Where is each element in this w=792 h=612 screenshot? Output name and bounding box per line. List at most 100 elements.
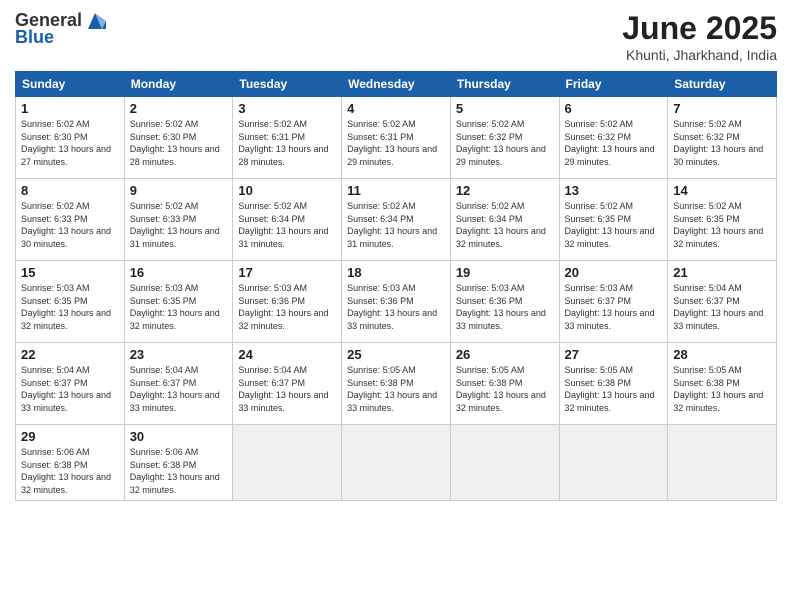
table-row: 12 Sunrise: 5:02 AM Sunset: 6:34 PM Dayl… — [450, 179, 559, 261]
table-row: 17 Sunrise: 5:03 AM Sunset: 6:36 PM Dayl… — [233, 261, 342, 343]
sunset-label: Sunset: 6:36 PM — [238, 296, 305, 306]
sunset-label: Sunset: 6:37 PM — [21, 378, 88, 388]
daylight-label: Daylight: 13 hours and 33 minutes. — [238, 390, 328, 413]
daylight-label: Daylight: 13 hours and 31 minutes. — [130, 226, 220, 249]
title-area: June 2025 Khunti, Jharkhand, India — [622, 10, 777, 63]
table-row: 10 Sunrise: 5:02 AM Sunset: 6:34 PM Dayl… — [233, 179, 342, 261]
day-number: 10 — [238, 183, 336, 198]
sunrise-label: Sunrise: 5:02 AM — [565, 201, 634, 211]
sunset-label: Sunset: 6:35 PM — [130, 296, 197, 306]
day-info: Sunrise: 5:06 AM Sunset: 6:38 PM Dayligh… — [130, 446, 228, 496]
sunset-label: Sunset: 6:33 PM — [21, 214, 88, 224]
day-info: Sunrise: 5:04 AM Sunset: 6:37 PM Dayligh… — [130, 364, 228, 414]
sunset-label: Sunset: 6:34 PM — [238, 214, 305, 224]
sunset-label: Sunset: 6:33 PM — [130, 214, 197, 224]
daylight-label: Daylight: 13 hours and 29 minutes. — [456, 144, 546, 167]
table-row: 16 Sunrise: 5:03 AM Sunset: 6:35 PM Dayl… — [124, 261, 233, 343]
table-row: 3 Sunrise: 5:02 AM Sunset: 6:31 PM Dayli… — [233, 97, 342, 179]
sunset-label: Sunset: 6:38 PM — [21, 460, 88, 470]
daylight-label: Daylight: 13 hours and 32 minutes. — [130, 472, 220, 495]
day-number: 16 — [130, 265, 228, 280]
table-row: 4 Sunrise: 5:02 AM Sunset: 6:31 PM Dayli… — [342, 97, 451, 179]
table-row: 13 Sunrise: 5:02 AM Sunset: 6:35 PM Dayl… — [559, 179, 668, 261]
day-info: Sunrise: 5:02 AM Sunset: 6:30 PM Dayligh… — [130, 118, 228, 168]
sunset-label: Sunset: 6:35 PM — [565, 214, 632, 224]
day-info: Sunrise: 5:05 AM Sunset: 6:38 PM Dayligh… — [565, 364, 663, 414]
sunrise-label: Sunrise: 5:05 AM — [673, 365, 742, 375]
sunset-label: Sunset: 6:37 PM — [673, 296, 740, 306]
sunrise-label: Sunrise: 5:02 AM — [238, 201, 307, 211]
sunrise-label: Sunrise: 5:03 AM — [456, 283, 525, 293]
day-info: Sunrise: 5:04 AM Sunset: 6:37 PM Dayligh… — [21, 364, 119, 414]
calendar-row: 29 Sunrise: 5:06 AM Sunset: 6:38 PM Dayl… — [16, 425, 777, 501]
day-info: Sunrise: 5:03 AM Sunset: 6:36 PM Dayligh… — [238, 282, 336, 332]
sunset-label: Sunset: 6:37 PM — [565, 296, 632, 306]
day-info: Sunrise: 5:02 AM Sunset: 6:31 PM Dayligh… — [238, 118, 336, 168]
day-info: Sunrise: 5:06 AM Sunset: 6:38 PM Dayligh… — [21, 446, 119, 496]
day-number: 26 — [456, 347, 554, 362]
day-info: Sunrise: 5:02 AM Sunset: 6:31 PM Dayligh… — [347, 118, 445, 168]
day-info: Sunrise: 5:02 AM Sunset: 6:34 PM Dayligh… — [456, 200, 554, 250]
col-saturday: Saturday — [668, 72, 777, 97]
daylight-label: Daylight: 13 hours and 31 minutes. — [347, 226, 437, 249]
calendar-header-row: Sunday Monday Tuesday Wednesday Thursday… — [16, 72, 777, 97]
day-number: 24 — [238, 347, 336, 362]
daylight-label: Daylight: 13 hours and 32 minutes. — [21, 308, 111, 331]
sunset-label: Sunset: 6:36 PM — [456, 296, 523, 306]
daylight-label: Daylight: 13 hours and 32 minutes. — [238, 308, 328, 331]
day-info: Sunrise: 5:04 AM Sunset: 6:37 PM Dayligh… — [238, 364, 336, 414]
col-friday: Friday — [559, 72, 668, 97]
day-number: 20 — [565, 265, 663, 280]
daylight-label: Daylight: 13 hours and 32 minutes. — [456, 226, 546, 249]
sunrise-label: Sunrise: 5:06 AM — [130, 447, 199, 457]
col-thursday: Thursday — [450, 72, 559, 97]
sunset-label: Sunset: 6:38 PM — [130, 460, 197, 470]
sunset-label: Sunset: 6:38 PM — [673, 378, 740, 388]
day-number: 14 — [673, 183, 771, 198]
daylight-label: Daylight: 13 hours and 33 minutes. — [456, 308, 546, 331]
sunset-label: Sunset: 6:34 PM — [347, 214, 414, 224]
sunset-label: Sunset: 6:38 PM — [456, 378, 523, 388]
sunset-label: Sunset: 6:35 PM — [673, 214, 740, 224]
day-info: Sunrise: 5:02 AM Sunset: 6:33 PM Dayligh… — [130, 200, 228, 250]
col-monday: Monday — [124, 72, 233, 97]
calendar-row: 1 Sunrise: 5:02 AM Sunset: 6:30 PM Dayli… — [16, 97, 777, 179]
daylight-label: Daylight: 13 hours and 31 minutes. — [238, 226, 328, 249]
sunrise-label: Sunrise: 5:05 AM — [565, 365, 634, 375]
day-number: 9 — [130, 183, 228, 198]
day-number: 3 — [238, 101, 336, 116]
day-number: 7 — [673, 101, 771, 116]
day-info: Sunrise: 5:05 AM Sunset: 6:38 PM Dayligh… — [347, 364, 445, 414]
sunrise-label: Sunrise: 5:04 AM — [21, 365, 90, 375]
day-number: 17 — [238, 265, 336, 280]
daylight-label: Daylight: 13 hours and 33 minutes. — [21, 390, 111, 413]
daylight-label: Daylight: 13 hours and 33 minutes. — [347, 390, 437, 413]
day-number: 28 — [673, 347, 771, 362]
day-info: Sunrise: 5:03 AM Sunset: 6:37 PM Dayligh… — [565, 282, 663, 332]
sunrise-label: Sunrise: 5:02 AM — [456, 119, 525, 129]
daylight-label: Daylight: 13 hours and 32 minutes. — [456, 390, 546, 413]
sunrise-label: Sunrise: 5:02 AM — [456, 201, 525, 211]
table-row: 11 Sunrise: 5:02 AM Sunset: 6:34 PM Dayl… — [342, 179, 451, 261]
table-row: 1 Sunrise: 5:02 AM Sunset: 6:30 PM Dayli… — [16, 97, 125, 179]
sunrise-label: Sunrise: 5:02 AM — [673, 201, 742, 211]
daylight-label: Daylight: 13 hours and 27 minutes. — [21, 144, 111, 167]
day-number: 15 — [21, 265, 119, 280]
table-row: 20 Sunrise: 5:03 AM Sunset: 6:37 PM Dayl… — [559, 261, 668, 343]
col-tuesday: Tuesday — [233, 72, 342, 97]
day-number: 1 — [21, 101, 119, 116]
table-row: 26 Sunrise: 5:05 AM Sunset: 6:38 PM Dayl… — [450, 343, 559, 425]
sunset-label: Sunset: 6:30 PM — [130, 132, 197, 142]
day-info: Sunrise: 5:03 AM Sunset: 6:35 PM Dayligh… — [21, 282, 119, 332]
logo-blue: Blue — [15, 27, 54, 48]
sunrise-label: Sunrise: 5:02 AM — [238, 119, 307, 129]
day-number: 6 — [565, 101, 663, 116]
sunrise-label: Sunrise: 5:03 AM — [130, 283, 199, 293]
table-row: 21 Sunrise: 5:04 AM Sunset: 6:37 PM Dayl… — [668, 261, 777, 343]
day-number: 22 — [21, 347, 119, 362]
table-row: 14 Sunrise: 5:02 AM Sunset: 6:35 PM Dayl… — [668, 179, 777, 261]
day-info: Sunrise: 5:03 AM Sunset: 6:35 PM Dayligh… — [130, 282, 228, 332]
table-row: 6 Sunrise: 5:02 AM Sunset: 6:32 PM Dayli… — [559, 97, 668, 179]
day-info: Sunrise: 5:05 AM Sunset: 6:38 PM Dayligh… — [456, 364, 554, 414]
sunrise-label: Sunrise: 5:04 AM — [238, 365, 307, 375]
